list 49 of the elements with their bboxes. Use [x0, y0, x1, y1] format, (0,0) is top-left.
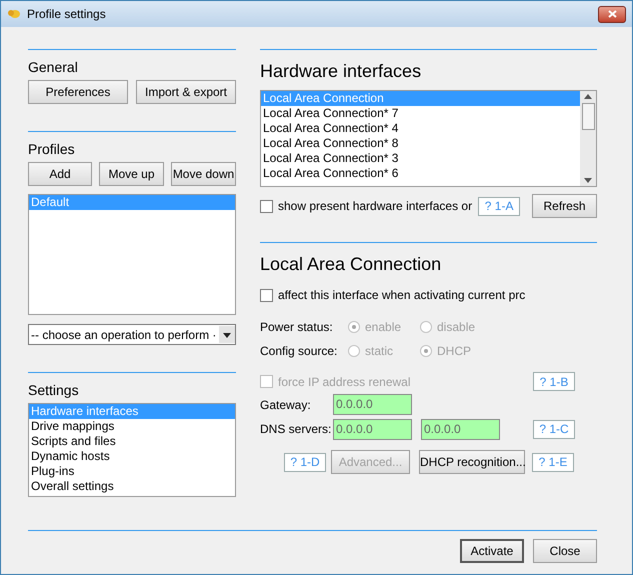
field-label: Power status:	[260, 319, 334, 336]
close-icon	[608, 10, 616, 18]
profile-button[interactable]: Add	[28, 162, 92, 186]
settings-item[interactable]: Overall settings	[29, 479, 235, 494]
field-label: DNS servers:	[260, 421, 332, 438]
section-title: Profiles	[28, 140, 76, 158]
checkbox-label: affect this interface when activating current prc	[278, 287, 526, 304]
gateway-field[interactable]: 0.0.0.0	[333, 394, 412, 415]
radio-label: DHCP	[437, 343, 472, 360]
settings-item[interactable]: Scripts and files	[29, 434, 235, 449]
settings-item[interactable]: Plug-ins	[29, 464, 235, 479]
refresh-button[interactable]: Refresh	[532, 194, 597, 218]
interface-item[interactable]: Local Area Connection* 8	[261, 136, 580, 151]
dns-field[interactable]: 0.0.0.0	[333, 418, 412, 440]
dhcp-recognition-button[interactable]: DHCP recognition...	[419, 450, 525, 474]
field-label: Config source:	[260, 343, 338, 360]
interface-item[interactable]: Local Area Connection* 4	[261, 121, 580, 136]
scroll-down-icon	[584, 178, 592, 183]
checkbox[interactable]	[260, 200, 273, 212]
section-heading: Local Area Connection	[260, 253, 442, 276]
field-label: Gateway:	[260, 396, 312, 414]
checkbox-label: show present hardware interfaces or	[278, 198, 472, 215]
footer-button[interactable]: Activate	[460, 539, 524, 563]
general-button[interactable]: Preferences	[28, 80, 128, 104]
radio-label: disable	[437, 319, 476, 336]
interface-item[interactable]: Local Area Connection* 7	[261, 106, 580, 121]
scroll-thumb[interactable]	[582, 103, 594, 130]
radio-label: enable	[365, 319, 402, 336]
interface-item[interactable]: Local Area Connection* 3	[261, 151, 580, 166]
interface-item[interactable]: Local Area Connection* 6	[261, 166, 580, 181]
radio-label: static	[365, 343, 394, 360]
section-title: General	[28, 58, 79, 76]
window-title: Profile settings	[27, 6, 106, 23]
settings-item[interactable]: Drive mappings	[29, 419, 235, 434]
profile-button[interactable]: Move down	[171, 162, 236, 186]
section-heading: Hardware interfaces	[260, 60, 422, 83]
app-icon	[7, 8, 21, 20]
section-title: Settings	[28, 381, 80, 399]
operation-dropdown[interactable]: -- choose an operation to perform ·	[28, 324, 236, 345]
scroll-up-icon	[584, 94, 592, 99]
scrollbar[interactable]	[580, 91, 596, 186]
checkbox-label: force IP address renewal	[278, 374, 411, 390]
profile-button[interactable]: Move up	[99, 162, 164, 186]
footer-button[interactable]: Close	[533, 539, 597, 563]
close-button[interactable]	[598, 6, 626, 22]
dns-field[interactable]: 0.0.0.0	[421, 418, 500, 440]
checkbox[interactable]	[260, 288, 273, 302]
settings-item[interactable]: Dynamic hosts	[29, 449, 235, 464]
general-button[interactable]: Import & export	[136, 80, 236, 104]
